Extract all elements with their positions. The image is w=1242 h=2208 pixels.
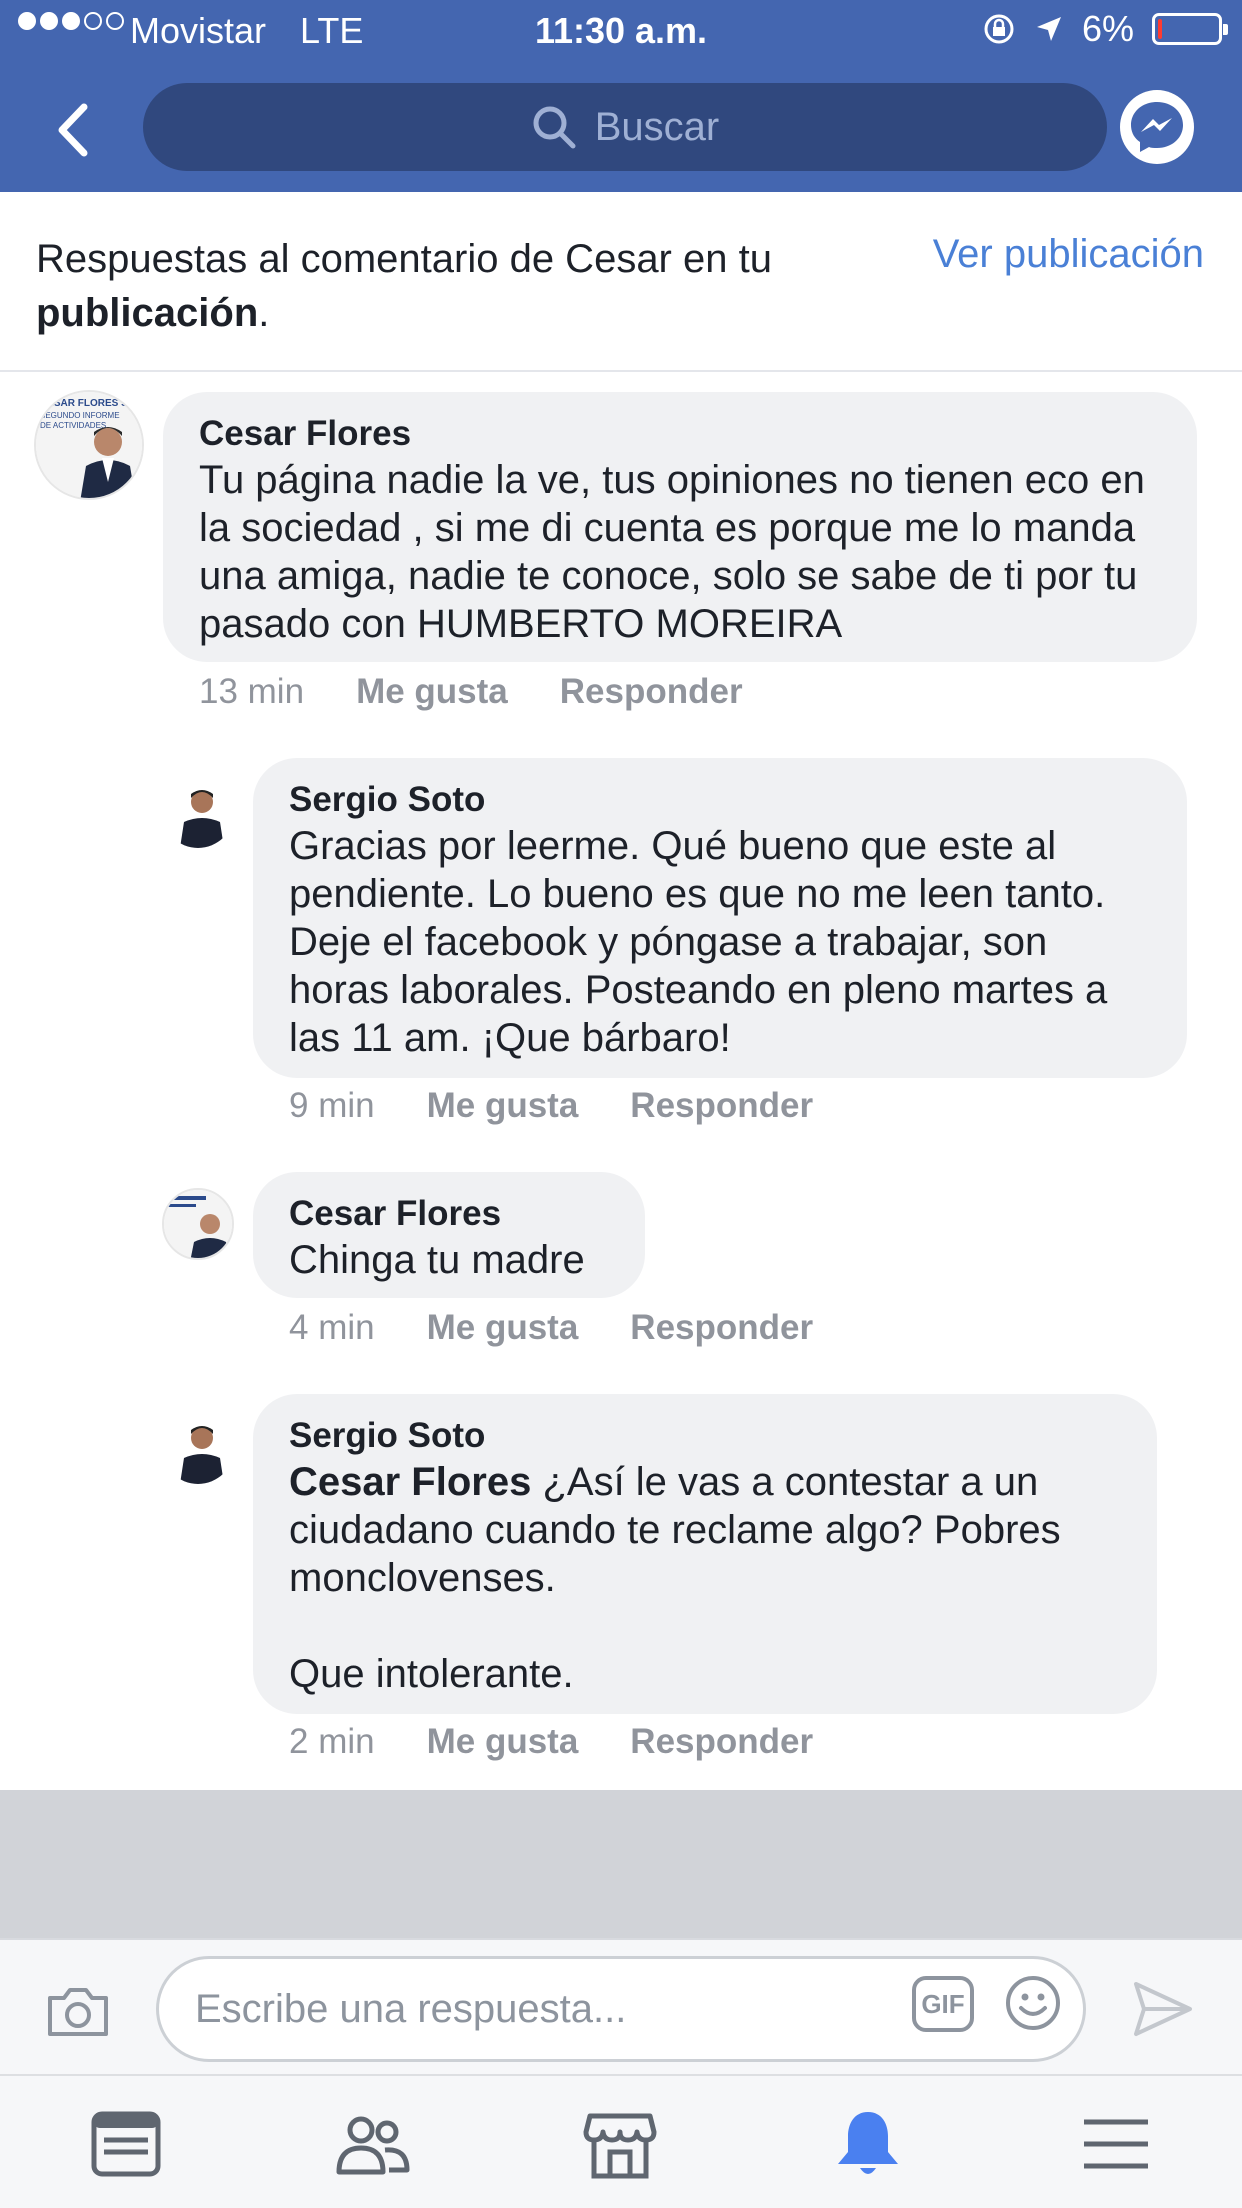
- post-reference: publicación: [36, 291, 259, 335]
- battery-percentage: 6%: [1081, 8, 1134, 49]
- sticker-icon[interactable]: [1004, 1974, 1062, 2032]
- view-post-link[interactable]: Ver publicación: [933, 232, 1204, 277]
- comment-author[interactable]: Cesar Flores: [199, 412, 1161, 456]
- top-bar: Movistar LTE 11:30 a.m. 6% Buscar: [0, 0, 1242, 192]
- thread-description: Respuestas al comentario de Cesar en tu …: [36, 237, 772, 335]
- comment-actions: 9 min Me gusta Responder: [289, 1086, 813, 1126]
- comment-text: Gracias por leerme. Qué bueno que este a…: [289, 824, 1119, 1060]
- reply-composer: Escribe una respuesta... GIF: [0, 1938, 1242, 2074]
- profile-photo: [164, 1190, 232, 1258]
- battery-icon: [1152, 13, 1228, 45]
- reply-button[interactable]: Responder: [560, 672, 743, 712]
- comment-actions: 2 min Me gusta Responder: [289, 1722, 813, 1762]
- avatar[interactable]: [162, 776, 234, 848]
- like-button[interactable]: Me gusta: [356, 672, 508, 712]
- news-feed-icon[interactable]: [88, 2106, 164, 2182]
- search-bar[interactable]: Buscar: [143, 83, 1107, 171]
- comment-author[interactable]: Cesar Flores: [289, 1192, 609, 1236]
- bottom-tab-bar: [0, 2074, 1242, 2208]
- like-button[interactable]: Me gusta: [427, 1086, 579, 1126]
- messenger-icon: [1131, 102, 1183, 152]
- comment-text: Chinga tu madre: [289, 1238, 585, 1282]
- comment-thread-header: Respuestas al comentario de Cesar en tu …: [0, 192, 1242, 372]
- reply-button[interactable]: Responder: [630, 1086, 813, 1126]
- gif-button[interactable]: GIF: [912, 1976, 974, 2032]
- rotation-lock-icon: [984, 14, 1014, 44]
- location-arrow-icon: [1036, 17, 1061, 41]
- notifications-icon[interactable]: [830, 2106, 906, 2182]
- comment-bubble[interactable]: Cesar Flores Chinga tu madre: [253, 1172, 645, 1298]
- like-button[interactable]: Me gusta: [427, 1722, 579, 1762]
- comment-text: Tu página nadie la ve, tus opiniones no …: [199, 458, 1157, 646]
- comment-timestamp: 2 min: [289, 1722, 375, 1761]
- avatar[interactable]: CESAR FLORES SOL SEGUNDO INFORME DE ACTI…: [34, 390, 144, 500]
- send-icon[interactable]: [1132, 1980, 1194, 2038]
- mention-link[interactable]: Cesar Flores: [289, 1460, 531, 1504]
- svg-text:CESAR FLORES SOL: CESAR FLORES SOL: [40, 398, 142, 409]
- search-icon: [533, 106, 576, 149]
- empty-area: [0, 1790, 1242, 1938]
- marketplace-icon[interactable]: [582, 2106, 658, 2182]
- reply-placeholder: Escribe una respuesta...: [195, 1986, 627, 2031]
- comment-author[interactable]: Sergio Soto: [289, 778, 1151, 822]
- svg-text:SEGUNDO INFORME: SEGUNDO INFORME: [40, 411, 120, 420]
- reply-button[interactable]: Responder: [630, 1722, 813, 1762]
- comment-timestamp: 4 min: [289, 1308, 375, 1347]
- camera-icon[interactable]: [46, 1984, 110, 2038]
- back-arrow-icon[interactable]: [50, 95, 100, 165]
- menu-icon[interactable]: [1078, 2106, 1154, 2182]
- comment-actions: 4 min Me gusta Responder: [289, 1308, 813, 1348]
- reply-button[interactable]: Responder: [630, 1308, 813, 1348]
- search-placeholder: Buscar: [594, 104, 720, 149]
- profile-photo: [162, 776, 234, 848]
- comment-timestamp: 13 min: [199, 672, 305, 711]
- profile-photo: CESAR FLORES SOL SEGUNDO INFORME DE ACTI…: [36, 392, 142, 498]
- comment-actions: 13 min Me gusta Responder: [199, 672, 743, 712]
- status-bar: Movistar LTE 11:30 a.m. 6%: [0, 0, 1242, 62]
- comment-bubble[interactable]: Cesar Flores Tu página nadie la ve, tus …: [163, 392, 1197, 662]
- messenger-button[interactable]: [1120, 90, 1194, 164]
- friends-icon[interactable]: [335, 2106, 411, 2182]
- svg-text:DE ACTIVIDADES: DE ACTIVIDADES: [40, 421, 106, 430]
- profile-photo: [162, 1412, 234, 1484]
- comment-bubble[interactable]: Sergio Soto Gracias por leerme. Qué buen…: [253, 758, 1187, 1078]
- comment-author[interactable]: Sergio Soto: [289, 1414, 1121, 1458]
- comment-bubble[interactable]: Sergio Soto Cesar Flores ¿Así le vas a c…: [253, 1394, 1157, 1714]
- comment-timestamp: 9 min: [289, 1086, 375, 1125]
- like-button[interactable]: Me gusta: [427, 1308, 579, 1348]
- avatar[interactable]: [162, 1188, 234, 1260]
- avatar[interactable]: [162, 1412, 234, 1484]
- comment-text: Cesar Flores ¿Así le vas a contestar a u…: [289, 1460, 1061, 1696]
